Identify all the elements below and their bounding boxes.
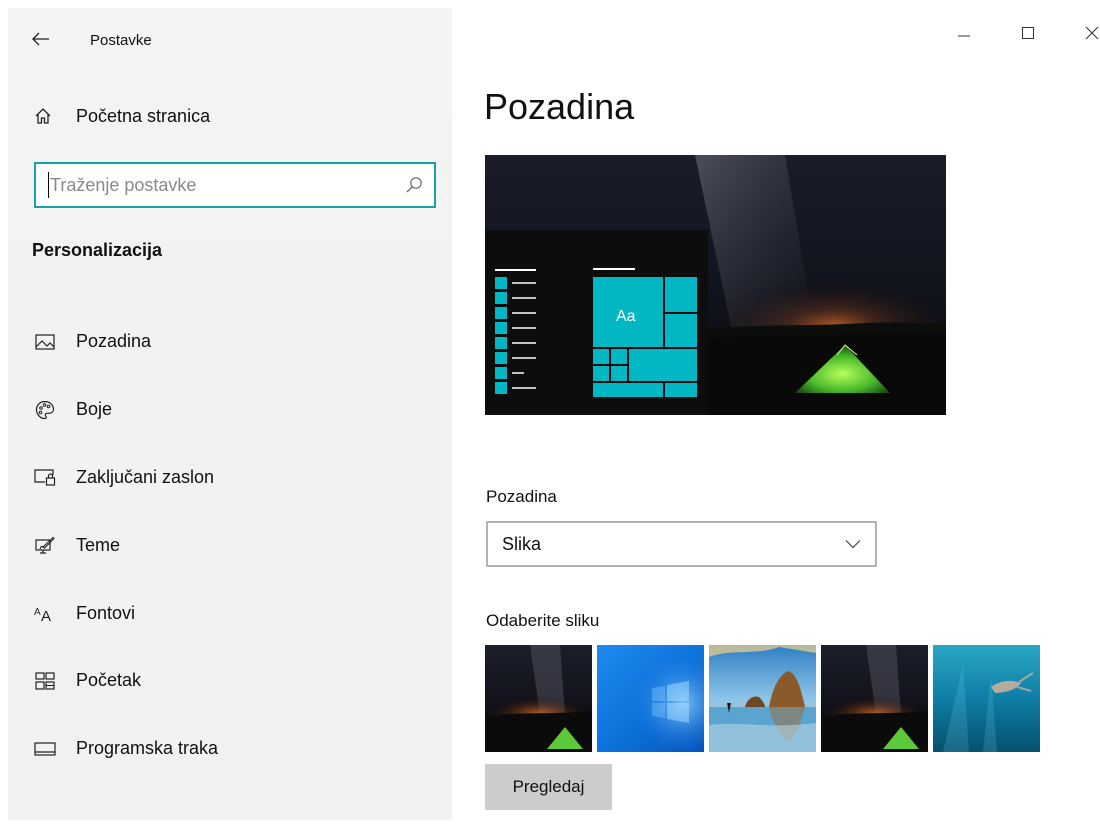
search-input[interactable]: Traženje postavke: [34, 162, 436, 208]
page-title: Pozadina: [484, 86, 635, 127]
sidebar: Postavke Početna stranica Traženje posta…: [8, 8, 452, 820]
palette-icon: [30, 400, 60, 420]
window-title: Postavke: [90, 32, 152, 49]
fonts-icon: A A: [30, 604, 60, 622]
sidebar-item-label: Boje: [76, 399, 113, 420]
sidebar-item-boje[interactable]: Boje: [16, 376, 452, 444]
lock-screen-icon: [30, 468, 60, 487]
minimize-button[interactable]: [940, 12, 988, 54]
thumbnail-windows-blue[interactable]: [597, 645, 704, 752]
thumbnail-underwater-swimmer[interactable]: [933, 645, 1040, 752]
start-icon: [30, 672, 60, 690]
background-type-label: Pozadina: [486, 487, 557, 506]
sidebar-item-programska-traka[interactable]: Programska traka: [16, 715, 452, 783]
thumbnail-milky-way-tent-2[interactable]: [821, 645, 928, 752]
picture-icon: [30, 334, 60, 350]
search-icon[interactable]: [394, 176, 434, 194]
minimize-icon: [958, 35, 970, 37]
taskbar-icon: [30, 741, 60, 757]
picture-thumbnails: [485, 645, 1040, 752]
sidebar-item-label: Programska traka: [76, 738, 219, 759]
choose-picture-label: Odaberite sliku: [486, 611, 600, 630]
section-title: Personalizacija: [32, 240, 163, 260]
desktop-preview: Aa: [485, 155, 946, 415]
browse-button[interactable]: Pregledaj: [485, 764, 612, 810]
search-placeholder: Traženje postavke: [50, 174, 197, 195]
preview-tiles: Aa: [593, 277, 697, 397]
home-icon: [24, 107, 62, 125]
chevron-down-icon: [831, 539, 875, 549]
sidebar-item-label: Pozadina: [76, 331, 152, 352]
close-button[interactable]: [1068, 12, 1100, 54]
sidebar-item-pocetak[interactable]: Početak: [16, 647, 452, 715]
svg-text:A: A: [41, 608, 51, 622]
sidebar-item-teme[interactable]: Teme: [16, 511, 452, 579]
text-caret: [48, 172, 49, 198]
sidebar-item-zakljucani-zaslon[interactable]: Zaključani zaslon: [16, 444, 452, 512]
thumbnail-milky-way-tent[interactable]: [485, 645, 592, 752]
sidebar-item-label: Početak: [76, 670, 142, 691]
maximize-button[interactable]: [1004, 12, 1052, 54]
maximize-icon: [1022, 27, 1034, 39]
sidebar-item-label: Fontovi: [76, 602, 136, 623]
preview-tile-label: Aa: [616, 308, 636, 325]
home-label: Početna stranica: [76, 105, 211, 126]
sidebar-item-label: Zaključani zaslon: [76, 466, 215, 487]
sidebar-item-label: Teme: [76, 534, 121, 555]
background-type-select[interactable]: Slika: [486, 521, 877, 567]
back-arrow-icon: [32, 32, 49, 46]
home-link[interactable]: Početna stranica: [16, 96, 444, 136]
sidebar-item-pozadina[interactable]: Pozadina: [16, 308, 452, 376]
back-button[interactable]: [24, 22, 58, 56]
thumbnail-beach-rocks[interactable]: [709, 645, 816, 752]
close-icon: [1085, 26, 1099, 40]
svg-text:A: A: [34, 607, 41, 618]
background-type-value: Slika: [502, 533, 542, 554]
sidebar-item-fontovi[interactable]: A A Fontovi: [16, 579, 452, 647]
themes-icon: [30, 536, 60, 554]
sidebar-nav: Pozadina Boje Zaključani zaslon Teme A A…: [16, 308, 452, 783]
